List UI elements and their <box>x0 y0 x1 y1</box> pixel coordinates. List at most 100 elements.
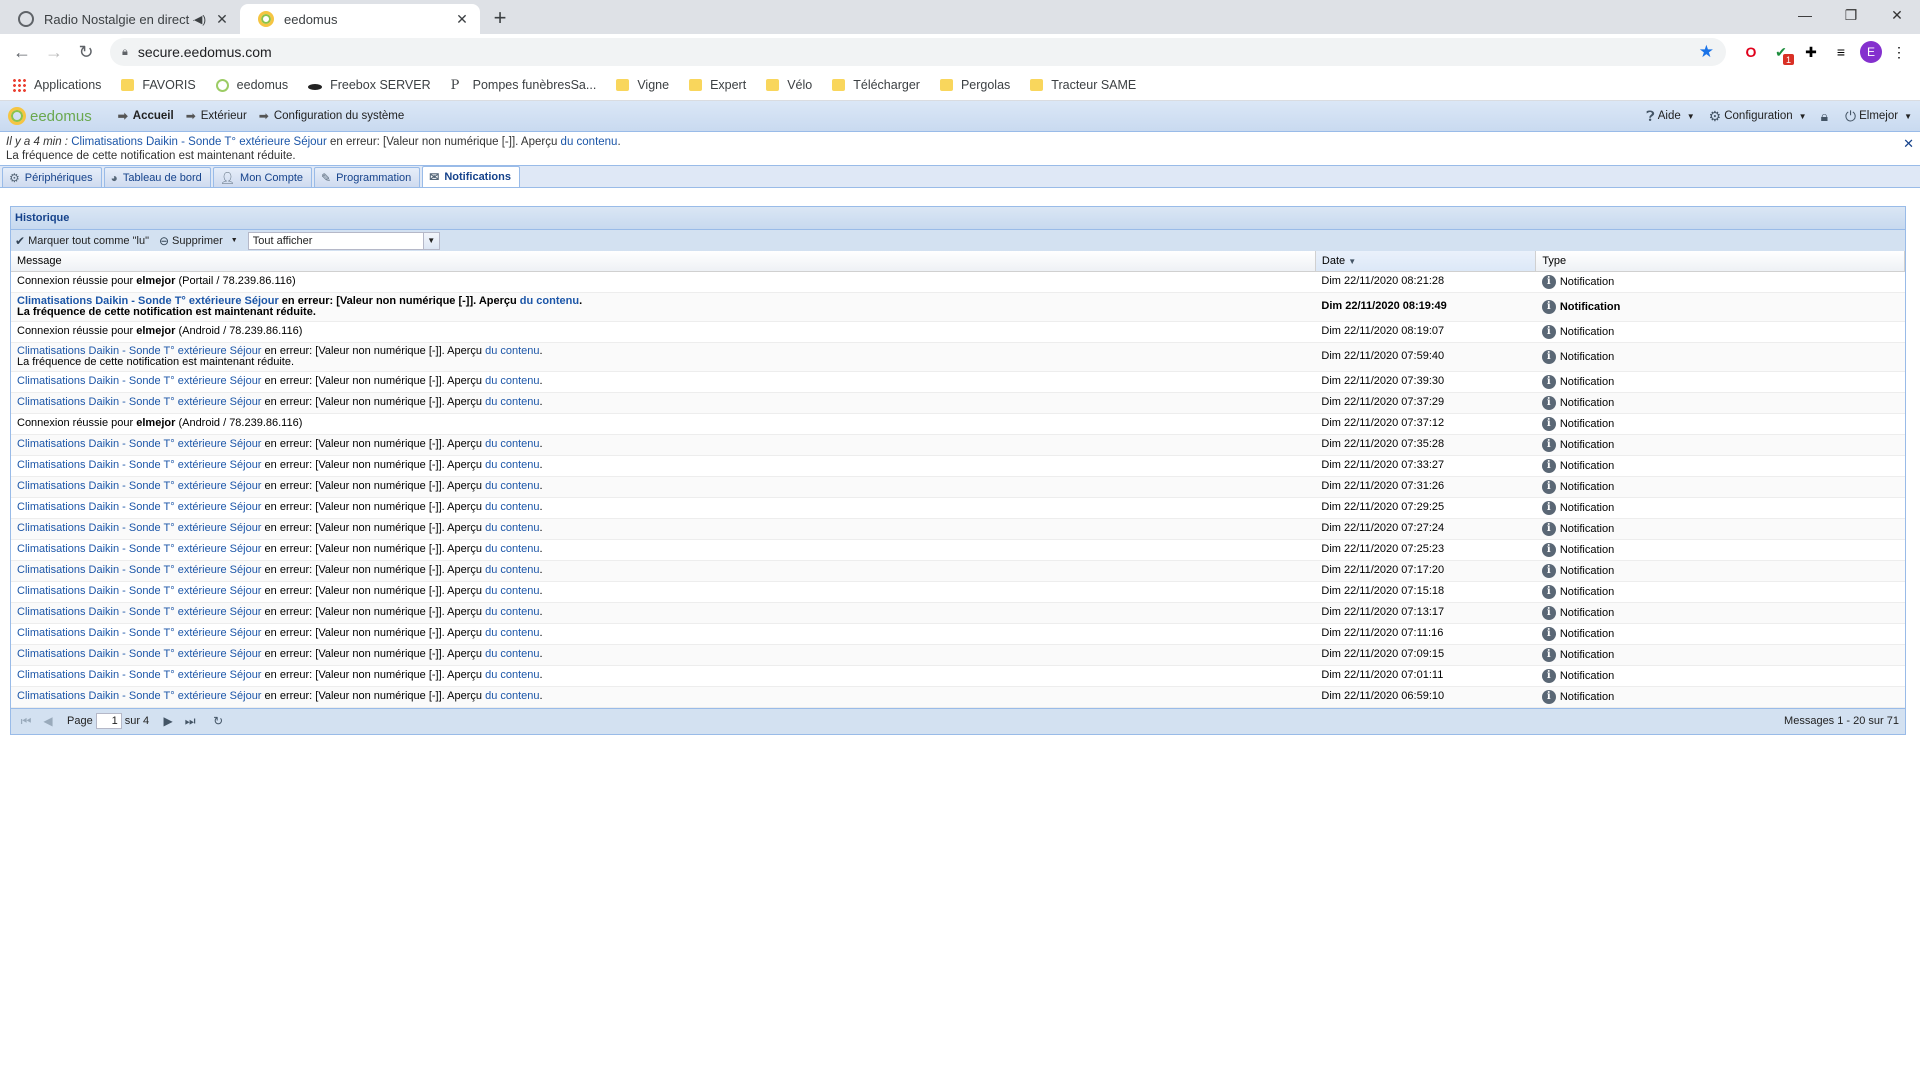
media-control-icon[interactable]: ≡ <box>1828 39 1854 65</box>
table-row[interactable]: Connexion réussie pour elmejor (Android … <box>11 413 1905 435</box>
device-link[interactable]: Climatisations Daikin - Sonde T° extérie… <box>17 690 261 702</box>
table-row[interactable]: Climatisations Daikin - Sonde T° extérie… <box>11 455 1905 477</box>
lock-icon[interactable]: 🔒︎ <box>122 46 128 59</box>
bookmark-freebox[interactable]: Freebox SERVER <box>308 78 431 92</box>
forward-icon[interactable]: → <box>40 38 68 66</box>
device-link[interactable]: Climatisations Daikin - Sonde T° extérie… <box>17 606 261 618</box>
device-link[interactable]: Climatisations Daikin - Sonde T° extérie… <box>17 501 261 513</box>
help-menu[interactable]: ❓︎ Aide ▼ <box>1646 108 1694 125</box>
last-page-icon[interactable]: ⏭ <box>181 714 199 729</box>
bookmark-favoris[interactable]: FAVORIS <box>121 78 196 92</box>
content-link[interactable]: du contenu <box>485 522 539 534</box>
user-menu[interactable]: ⏻ Elmejor ▼ <box>1845 108 1912 125</box>
device-link[interactable]: Climatisations Daikin - Sonde T° extérie… <box>17 585 261 597</box>
shield-extension-icon[interactable]: ✔ 1 <box>1768 39 1794 65</box>
device-link[interactable]: Climatisations Daikin - Sonde T° extérie… <box>17 543 261 555</box>
device-link[interactable]: Climatisations Daikin - Sonde T° extérie… <box>17 648 261 660</box>
col-type[interactable]: Type <box>1535 251 1905 272</box>
tab-programmation[interactable]: ✎ Programmation <box>314 167 421 187</box>
restore-icon[interactable]: ❐ <box>1828 0 1874 30</box>
crumb-accueil[interactable]: ➡ Accueil <box>118 109 174 123</box>
content-link[interactable]: du contenu <box>485 564 539 576</box>
table-row[interactable]: Climatisations Daikin - Sonde T° extérie… <box>11 602 1905 624</box>
content-link[interactable]: du contenu <box>485 501 539 513</box>
bookmark-star-icon[interactable]: ★ <box>1699 42 1714 62</box>
content-link[interactable]: du contenu <box>485 543 539 555</box>
table-row[interactable]: Climatisations Daikin - Sonde T° extérie… <box>11 434 1905 456</box>
table-row[interactable]: Connexion réussie pour elmejor (Portail … <box>11 271 1905 293</box>
bookmark-expert[interactable]: Expert <box>689 78 746 92</box>
crumb-configuration[interactable]: ➡ Configuration du système <box>259 109 404 123</box>
device-link[interactable]: Climatisations Daikin - Sonde T° extérie… <box>17 438 261 450</box>
eedomus-logo[interactable]: eedomus <box>8 107 92 125</box>
tab-notifications[interactable]: ✉ Notifications <box>422 166 520 187</box>
minimize-icon[interactable]: — <box>1782 0 1828 30</box>
content-link[interactable]: du contenu <box>485 585 539 597</box>
filter-select[interactable]: Tout afficher ▼ <box>247 231 440 250</box>
close-alert-icon[interactable]: ✕ <box>1903 137 1914 151</box>
device-link[interactable]: Climatisations Daikin - Sonde T° extérie… <box>17 564 261 576</box>
url-text[interactable]: secure.eedomus.com <box>138 44 272 60</box>
device-link[interactable]: Climatisations Daikin - Sonde T° extérie… <box>17 522 261 534</box>
device-link[interactable]: Climatisations Daikin - Sonde T° extérie… <box>17 375 261 387</box>
content-link[interactable]: du contenu <box>485 690 539 702</box>
content-link[interactable]: du contenu <box>485 627 539 639</box>
bookmark-pompes[interactable]: P Pompes funèbresSa... <box>451 78 597 93</box>
opera-extension-icon[interactable]: O <box>1738 39 1764 65</box>
content-link[interactable]: du contenu <box>485 375 539 387</box>
table-row[interactable]: Climatisations Daikin - Sonde T° extérie… <box>11 371 1905 393</box>
content-link[interactable]: du contenu <box>520 295 579 307</box>
alert-content-link[interactable]: du contenu <box>561 136 618 148</box>
bookmark-telecharger[interactable]: Télécharger <box>832 78 920 92</box>
table-row[interactable]: Climatisations Daikin - Sonde T° extérie… <box>11 518 1905 540</box>
tab-mon-compte[interactable]: 👤︎ Mon Compte <box>212 167 313 187</box>
table-row[interactable]: Climatisations Daikin - Sonde T° extérie… <box>11 497 1905 519</box>
mark-all-read-button[interactable]: ✔ Marquer tout comme "lu" <box>15 234 149 248</box>
bookmark-pergolas[interactable]: Pergolas <box>939 78 1010 92</box>
refresh-icon[interactable]: ↻ <box>209 714 227 728</box>
crumb-exterieur[interactable]: ➡ Extérieur <box>186 109 247 123</box>
lock-button[interactable]: 🔒︎ <box>1821 108 1831 125</box>
alert-device-link[interactable]: Climatisations Daikin - Sonde T° extérie… <box>71 136 327 148</box>
device-link[interactable]: Climatisations Daikin - Sonde T° extérie… <box>17 669 261 681</box>
close-tab-icon[interactable]: ✕ <box>454 11 470 28</box>
reload-icon[interactable]: ↻ <box>72 38 100 66</box>
device-link[interactable]: Climatisations Daikin - Sonde T° extérie… <box>17 480 261 492</box>
content-link[interactable]: du contenu <box>485 480 539 492</box>
table-row[interactable]: Climatisations Daikin - Sonde T° extérie… <box>11 644 1905 666</box>
table-row[interactable]: Climatisations Daikin - Sonde T° extérie… <box>11 392 1905 414</box>
first-page-icon[interactable]: ⏮ <box>17 714 35 729</box>
content-link[interactable]: du contenu <box>485 648 539 660</box>
col-message[interactable]: Message <box>11 251 1316 272</box>
close-window-icon[interactable]: ✕ <box>1874 0 1920 30</box>
col-date[interactable]: Date ▼ <box>1315 251 1537 272</box>
content-link[interactable]: du contenu <box>485 438 539 450</box>
new-tab-button[interactable]: + <box>486 4 514 32</box>
bookmark-vigne[interactable]: Vigne <box>616 78 669 92</box>
content-link[interactable]: du contenu <box>485 606 539 618</box>
table-row[interactable]: Climatisations Daikin - Sonde T° extérie… <box>11 560 1905 582</box>
browser-tab-radio[interactable]: Radio Nostalgie en direct - É ◀) ✕ <box>0 4 240 34</box>
bookmark-eedomus[interactable]: eedomus <box>215 78 288 92</box>
table-row[interactable]: Climatisations Daikin - Sonde T° extérie… <box>11 665 1905 687</box>
table-row[interactable]: Climatisations Daikin - Sonde T° extérie… <box>11 581 1905 603</box>
table-row[interactable]: Climatisations Daikin - Sonde T° extérie… <box>11 539 1905 561</box>
table-row[interactable]: Climatisations Daikin - Sonde T° extérie… <box>11 476 1905 498</box>
bookmark-tracteur[interactable]: Tracteur SAME <box>1030 78 1136 92</box>
content-link[interactable]: du contenu <box>485 459 539 471</box>
delete-button[interactable]: ⊖ Supprimer ▼ <box>159 234 238 248</box>
back-icon[interactable]: ← <box>8 38 36 66</box>
next-page-icon[interactable]: ▶ <box>159 714 177 728</box>
tab-tableau-de-bord[interactable]: ◕ Tableau de bord <box>103 167 211 187</box>
table-row[interactable]: Climatisations Daikin - Sonde T° extérie… <box>11 623 1905 645</box>
prev-page-icon[interactable]: ◀ <box>39 714 57 728</box>
content-link[interactable]: du contenu <box>485 345 539 357</box>
content-link[interactable]: du contenu <box>485 669 539 681</box>
bookmark-applications[interactable]: Applications <box>12 78 101 92</box>
speaker-icon[interactable]: ◀) <box>194 13 206 26</box>
content-link[interactable]: du contenu <box>485 396 539 408</box>
table-row[interactable]: Climatisations Daikin - Sonde T° extérie… <box>11 292 1905 322</box>
table-row[interactable]: Climatisations Daikin - Sonde T° extérie… <box>11 686 1905 708</box>
address-bar[interactable]: 🔒︎ secure.eedomus.com ★ <box>110 38 1726 66</box>
device-link[interactable]: Climatisations Daikin - Sonde T° extérie… <box>17 396 261 408</box>
